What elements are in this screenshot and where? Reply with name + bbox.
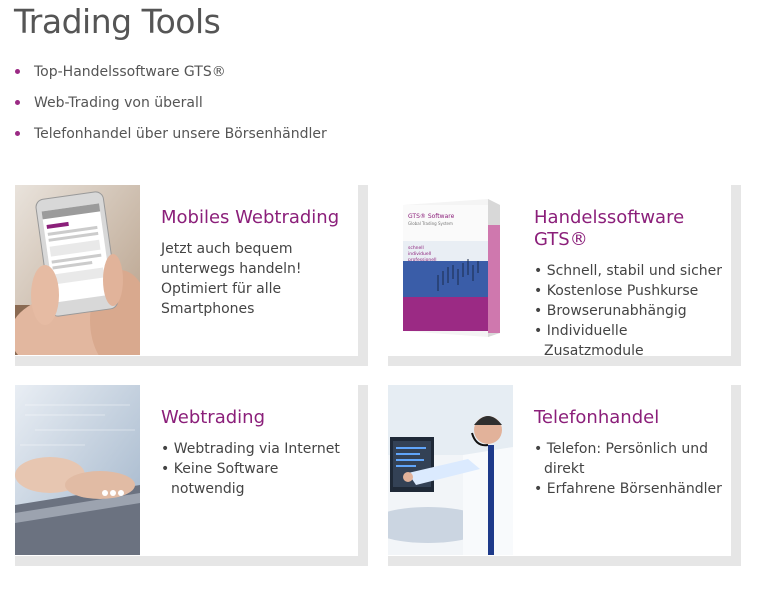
feature-item: Webtrading via Internet (161, 439, 350, 459)
feature-item: Schnell, stabil und sicher (534, 261, 723, 281)
feature-item: Keine Software notwendig (161, 459, 350, 499)
card-description: Jetzt auch bequem unterwegs handeln! Opt… (161, 241, 302, 317)
box-label: GTS® Software (408, 213, 455, 220)
intro-bullet-list: Top-Handelssoftware GTS® Web-Trading von… (14, 62, 327, 155)
box-word: schnell (408, 245, 424, 251)
box-word: individuell (408, 251, 431, 257)
laptop-typing-photo (15, 385, 140, 555)
box-sublabel: Global Trading System (408, 221, 453, 226)
card-mobiles-webtrading[interactable]: Mobiles Webtrading Jetzt auch bequem unt… (15, 185, 368, 366)
card-telefonhandel[interactable]: Telefonhandel Telefon: Persönlich und di… (388, 385, 741, 566)
card-handelssoftware-gts[interactable]: GTS® Software Global Trading System schn… (388, 185, 741, 366)
feature-list: Webtrading via Internet Keine Software n… (161, 439, 350, 499)
intro-bullet: Top-Handelssoftware GTS® (14, 62, 327, 93)
feature-item: Telefon: Persönlich und direkt (534, 439, 723, 479)
feature-item: Erfahrene Börsenhändler (534, 479, 723, 499)
card-title[interactable]: Webtrading (161, 407, 350, 429)
feature-list: Telefon: Persönlich und direkt Erfahrene… (534, 439, 723, 499)
intro-bullet: Web-Trading von überall (14, 93, 327, 124)
feature-item: Individuelle Zusatzmodule (534, 321, 723, 361)
card-title[interactable]: Handelssoftware GTS® (534, 207, 723, 251)
card-title[interactable]: Telefonhandel (534, 407, 723, 429)
phone-trader-photo (388, 385, 513, 555)
feature-item: Browserunabhängig (534, 301, 723, 321)
card-title[interactable]: Mobiles Webtrading (161, 207, 350, 229)
card-webtrading[interactable]: Webtrading Webtrading via Internet Keine… (15, 385, 368, 566)
intro-bullet: Telefonhandel über unsere Börsenhändler (14, 124, 327, 155)
smartphone-photo (15, 185, 140, 355)
feature-item: Kostenlose Pushkurse (534, 281, 723, 301)
feature-list: Schnell, stabil und sicher Kostenlose Pu… (534, 261, 723, 361)
gts-software-box-image: GTS® Software Global Trading System schn… (388, 185, 513, 355)
page-title: Trading Tools (14, 2, 221, 41)
